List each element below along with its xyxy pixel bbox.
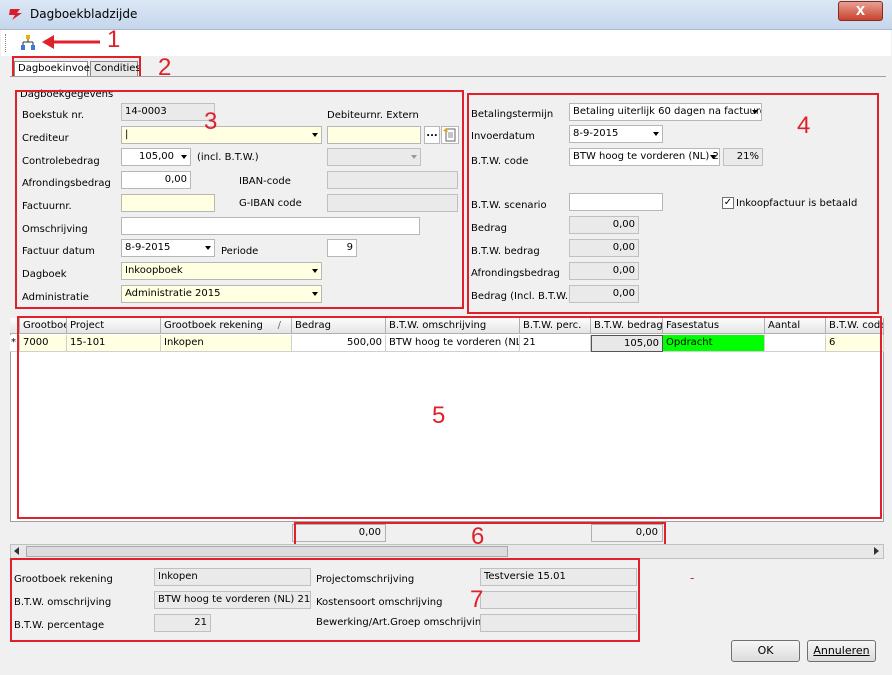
toolbar (1, 30, 891, 56)
annotation-7: 7 (470, 586, 484, 613)
detail-dash: - (690, 571, 695, 585)
annotation-box-4 (467, 93, 879, 314)
annotation-box-3 (15, 90, 464, 309)
annotation-arrow-icon (42, 35, 100, 49)
ok-button[interactable]: OK (731, 640, 800, 662)
toolbar-grip[interactable] (5, 34, 8, 52)
annotation-3: 3 (204, 108, 218, 135)
scroll-left-icon[interactable] (14, 547, 19, 555)
annotation-box-5 (17, 316, 882, 519)
structure-icon[interactable] (19, 34, 37, 52)
app-logo-icon (9, 9, 22, 20)
annuleren-label: Annuleren (813, 644, 870, 657)
annotation-box-7 (10, 558, 640, 642)
annotation-4: 4 (797, 112, 811, 139)
annuleren-button[interactable]: Annuleren (807, 640, 876, 662)
scrollbar-thumb[interactable] (26, 546, 508, 557)
annotation-1: 1 (107, 26, 121, 53)
annotation-5: 5 (432, 402, 446, 429)
close-button[interactable]: X (838, 1, 883, 21)
window-title: Dagboekbladzijde (30, 7, 138, 21)
scroll-right-icon[interactable] (874, 547, 879, 555)
